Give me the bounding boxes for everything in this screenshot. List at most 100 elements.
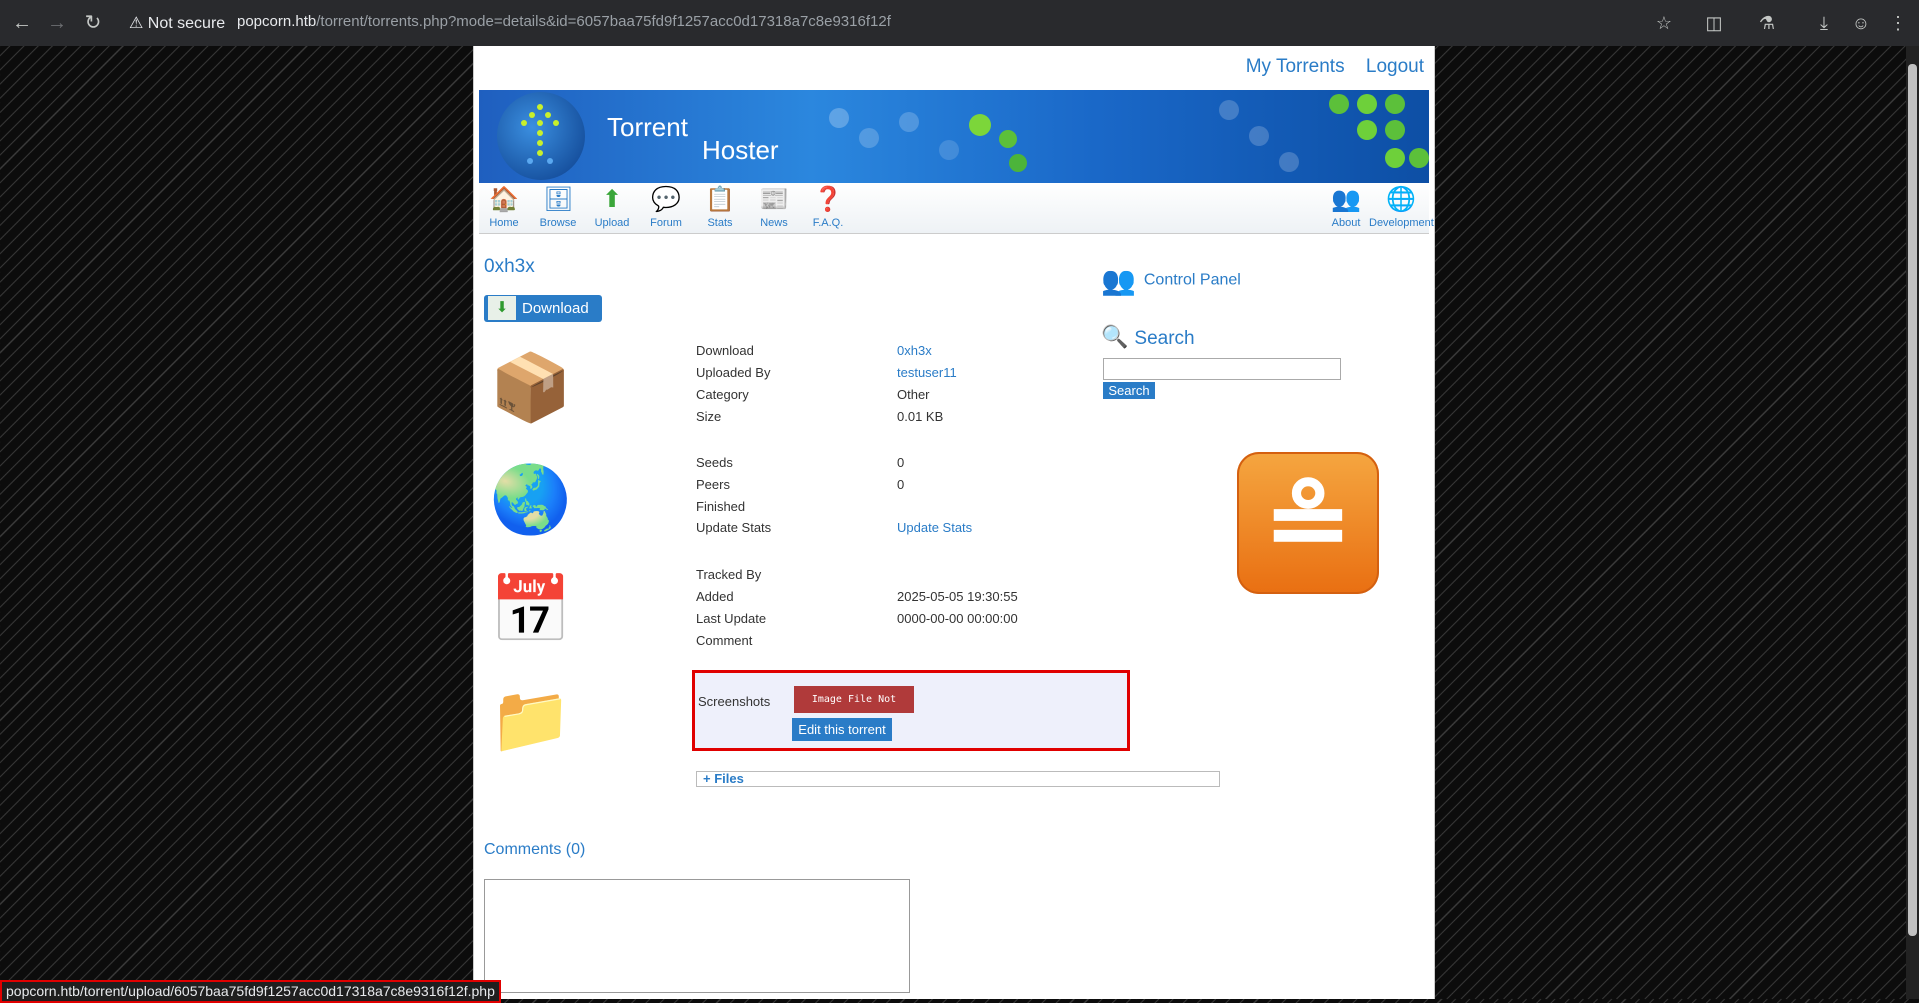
uploader-link[interactable]: testuser11 xyxy=(897,365,957,380)
browse-icon: 🗄 xyxy=(543,186,574,213)
comment-textarea[interactable] xyxy=(484,879,910,993)
scrollbar-thumb[interactable] xyxy=(1908,64,1917,936)
detail-label: Seeds xyxy=(696,455,733,470)
search-heading: 🔍 Search xyxy=(1101,324,1195,350)
calendar-clock-icon: 📅 xyxy=(489,572,573,646)
downloads-icon[interactable]: ⤓ xyxy=(1812,11,1836,35)
control-panel-label: Control Panel xyxy=(1143,271,1241,289)
site-logo-icon xyxy=(497,92,585,180)
files-toggle[interactable]: + Files xyxy=(696,771,1220,787)
nav-development[interactable]: 🌐 Development xyxy=(1369,185,1434,229)
main-nav: 🏠 Home 🗄 Browse ⬆ Upload 💬 Forum 📋 Stats 📰 New… xyxy=(479,183,1434,234)
search-button[interactable]: Search xyxy=(1103,382,1155,399)
users-icon: 👥 xyxy=(1101,265,1136,296)
nav-faq[interactable]: ❓ F.A.Q. xyxy=(803,185,853,229)
nav-stats[interactable]: 📋 Stats xyxy=(695,185,745,229)
detail-label: Added xyxy=(696,589,734,604)
profile-icon[interactable]: ☺ xyxy=(1849,11,1873,35)
address-bar[interactable]: popcorn.htb/torrent/torrents.php?mode=de… xyxy=(237,13,891,30)
torrent-title: 0xh3x xyxy=(484,256,535,277)
detail-label: Tracked By xyxy=(696,567,762,582)
forward-icon[interactable]: → xyxy=(45,11,69,35)
detail-label: Finished xyxy=(696,499,746,514)
site-banner: Torrent Hoster xyxy=(479,90,1429,183)
development-icon: 🌐 xyxy=(1386,186,1416,213)
search-title: Search xyxy=(1134,328,1195,349)
extensions-icon[interactable]: ◫ xyxy=(1702,11,1726,35)
detail-value: 2025-05-05 19:30:55 xyxy=(897,589,1018,604)
search-input[interactable] xyxy=(1103,358,1341,380)
download-link[interactable]: 0xh3x xyxy=(897,343,932,358)
nav-upload-label: Upload xyxy=(594,217,630,229)
faq-icon: ❓ xyxy=(813,186,843,213)
screenshot-image-placeholder[interactable]: Image File Not Found! xyxy=(794,686,914,732)
bookmark-star-icon[interactable]: ☆ xyxy=(1652,11,1676,35)
browser-toolbar: ← → ↻ ⚠ Not secure popcorn.htb/torrent/t… xyxy=(0,0,1919,46)
nav-home-label: Home xyxy=(489,217,519,229)
brand-line1: Torrent xyxy=(607,112,688,142)
stats-icon: 📋 xyxy=(705,186,735,213)
detail-label: Size xyxy=(696,409,722,424)
download-icon: ⬇ xyxy=(488,296,516,320)
nav-home[interactable]: 🏠 Home xyxy=(479,185,529,229)
detail-value: 0 xyxy=(897,455,905,470)
detail-label: Uploaded By xyxy=(696,365,771,380)
detail-value: Other xyxy=(897,387,930,402)
detail-label: Comment xyxy=(696,633,753,648)
update-stats-link[interactable]: Update Stats xyxy=(897,520,972,535)
top-links: My Torrents Logout xyxy=(1230,56,1424,78)
nav-about[interactable]: 👥 About xyxy=(1321,185,1371,229)
download-button-label: Download xyxy=(522,300,589,317)
detail-value: 0.01 KB xyxy=(897,409,944,424)
reload-icon[interactable]: ↻ xyxy=(81,11,105,35)
url-host: popcorn.htb xyxy=(237,13,317,30)
about-icon: 👥 xyxy=(1331,186,1361,213)
nav-about-label: About xyxy=(1331,217,1361,229)
comments-title: Comments (0) xyxy=(484,841,586,858)
labs-flask-icon[interactable]: ⚗ xyxy=(1755,11,1779,35)
detail-label: Peers xyxy=(696,477,730,492)
status-bar-url: popcorn.htb/torrent/upload/6057baa75fd9f… xyxy=(0,980,501,1003)
globe-icon: 🌏 xyxy=(489,462,573,536)
page-container: My Torrents Logout Torrent Hoster 🏠 Home… xyxy=(473,46,1435,999)
download-button[interactable]: ⬇ Download xyxy=(484,295,602,322)
nav-news[interactable]: 📰 News xyxy=(749,185,799,229)
url-path: /torrent/torrents.php?mode=details&id=60… xyxy=(316,13,891,30)
detail-label: Category xyxy=(696,387,749,402)
not-secure-indicator[interactable]: ⚠ Not secure xyxy=(129,13,225,33)
package-disc-icon: 📦 xyxy=(489,350,573,424)
rss-icon: ≗ xyxy=(1264,465,1352,581)
nav-news-label: News xyxy=(760,217,788,229)
magnifier-icon: 🔍 xyxy=(1101,324,1129,349)
page-scrollbar[interactable] xyxy=(1906,46,1919,999)
detail-value: 0000-00-00 00:00:00 xyxy=(897,611,1018,626)
upload-icon: ⬆ xyxy=(601,186,623,213)
nav-forum-label: Forum xyxy=(650,217,682,229)
screenshots-label: Screenshots xyxy=(698,694,771,709)
detail-label: Update Stats xyxy=(696,520,772,535)
edit-torrent-button[interactable]: Edit this torrent xyxy=(792,718,892,741)
nav-browse[interactable]: 🗄 Browse xyxy=(533,185,583,229)
detail-label: Last Update xyxy=(696,611,767,626)
not-secure-label: Not secure xyxy=(147,15,226,32)
nav-browse-label: Browse xyxy=(539,217,577,229)
menu-kebab-icon[interactable]: ⋮ xyxy=(1886,11,1910,35)
my-torrents-link[interactable]: My Torrents xyxy=(1246,56,1345,77)
nav-upload[interactable]: ⬆ Upload xyxy=(587,185,637,229)
forum-icon: 💬 xyxy=(651,186,681,213)
nav-forum[interactable]: 💬 Forum xyxy=(641,185,691,229)
folder-icon: 📁 xyxy=(489,682,573,756)
nav-stats-label: Stats xyxy=(707,217,733,229)
detail-value: 0 xyxy=(897,477,905,492)
rss-feed-button[interactable]: ≗ xyxy=(1237,452,1379,594)
back-icon[interactable]: ← xyxy=(10,11,34,35)
control-panel-link[interactable]: 👥 Control Panel xyxy=(1101,264,1241,297)
detail-label: Download xyxy=(696,343,754,358)
screenshots-section: Screenshots Image File Not Found! Edit t… xyxy=(692,670,1130,751)
home-icon: 🏠 xyxy=(489,186,519,213)
nav-faq-label: F.A.Q. xyxy=(812,217,844,229)
nav-development-label: Development xyxy=(1369,217,1434,229)
news-icon: 📰 xyxy=(759,186,789,213)
brand-line2: Hoster xyxy=(702,135,779,165)
logout-link[interactable]: Logout xyxy=(1366,56,1424,77)
